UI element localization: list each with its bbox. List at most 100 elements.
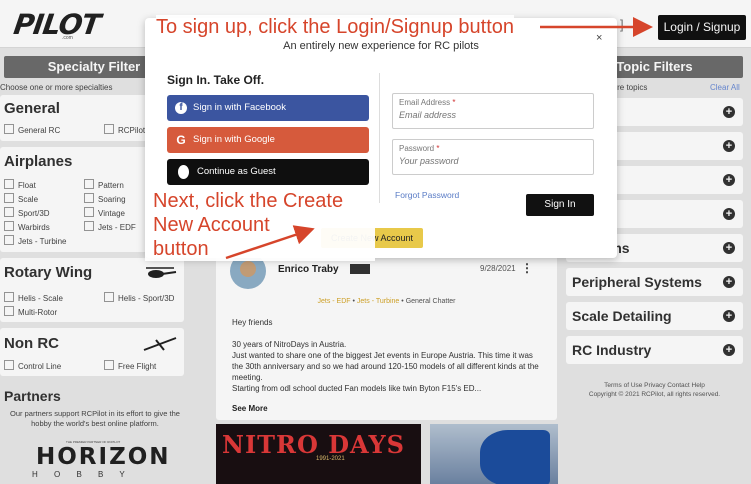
plus-icon: + <box>723 310 735 322</box>
facebook-signin-label: Sign in with Facebook <box>193 102 286 113</box>
checkbox-rcpilot[interactable]: RCPilot <box>104 124 145 136</box>
horizon-hobby-logo[interactable]: THE PREMIER PARTNER OF RCPILOT HORIZON H… <box>18 440 171 480</box>
guest-label: Continue as Guest <box>197 166 276 177</box>
annotation-signup: To sign up, click the Login/Signup butto… <box>156 15 515 39</box>
see-more-link[interactable]: See More <box>232 404 268 413</box>
logo-domain: .com <box>62 35 73 41</box>
topic-item-scale-detailing[interactable]: Scale Detailing + <box>566 302 743 330</box>
checkbox-sport3d[interactable]: Sport/3D <box>4 207 50 219</box>
post-menu-icon[interactable]: ⋮ <box>521 261 533 275</box>
post-paragraph: 30 years of NitroDays in Austria. <box>232 340 347 349</box>
password-label-text: Password <box>399 144 435 153</box>
checkbox-free-flight[interactable]: Free Flight <box>104 360 156 372</box>
plus-icon: + <box>723 106 735 118</box>
horizon-wordmark: HORIZON <box>36 444 171 470</box>
header-fragment: ] <box>620 17 624 32</box>
checkbox-vintage[interactable]: Vintage <box>84 207 125 219</box>
checkbox-helis-sport3d[interactable]: Helis - Sport/3D <box>104 292 174 304</box>
rcpilot-logo[interactable]: PILOT <box>12 8 102 41</box>
forgot-password-link[interactable]: Forgot Password <box>395 190 459 200</box>
horizon-hobby-text: H O B B Y <box>32 470 132 479</box>
post-paragraph: Just wanted to share one of the biggest … <box>232 351 539 382</box>
guest-icon <box>178 165 189 179</box>
checkbox-multi-rotor[interactable]: Multi-Rotor <box>4 306 57 318</box>
checkbox-control-line[interactable]: Control Line <box>4 360 61 372</box>
modal-heading: Sign In. Take Off. <box>167 73 265 87</box>
google-icon: G <box>176 133 186 147</box>
post-body: Hey friends 30 years of NitroDays in Aus… <box>232 317 546 394</box>
plus-icon: + <box>723 140 735 152</box>
signin-button[interactable]: Sign In <box>526 194 594 216</box>
plus-icon: + <box>723 242 735 254</box>
copyright: Copyright © 2021 RCPilot, all rights res… <box>588 391 721 398</box>
category-general-chatter[interactable]: General Chatter <box>406 298 456 305</box>
partners-text: Our partners support RCPilot in its effo… <box>10 409 180 428</box>
annotation-line: Next, click the Create <box>153 190 344 212</box>
email-label-text: Email Address <box>399 98 451 107</box>
author-badge <box>350 264 370 274</box>
password-input[interactable] <box>399 156 587 166</box>
category-separator: • <box>401 298 404 305</box>
checkbox-pattern[interactable]: Pattern <box>84 179 124 191</box>
post-paragraph: Starting from odl school ducted Fan mode… <box>232 384 482 393</box>
facebook-icon: f <box>175 102 187 114</box>
post-date: 9/28/2021 <box>480 264 516 273</box>
checkbox-jets-edf[interactable]: Jets - EDF <box>84 221 136 233</box>
footer: Terms of Use Privacy Contact Help Copyri… <box>566 381 743 399</box>
non-rc-title: Non RC <box>4 335 59 352</box>
checkbox-jets-turbine[interactable]: Jets - Turbine <box>4 235 66 247</box>
guest-button[interactable]: Continue as Guest <box>167 159 369 185</box>
plus-icon: + <box>723 344 735 356</box>
checkbox-helis-scale[interactable]: Helis - Scale <box>4 292 63 304</box>
checkbox-scale[interactable]: Scale <box>4 193 38 205</box>
jet-shape <box>480 430 550 484</box>
checkbox-float[interactable]: Float <box>4 179 36 191</box>
annotation-line: button <box>153 238 209 260</box>
required-marker: * <box>452 98 456 107</box>
topic-item-rc-industry[interactable]: RC Industry + <box>566 336 743 364</box>
post-card: Enrico Traby 9/28/2021 ⋮ Jets - EDF • Je… <box>216 245 557 420</box>
modal-divider <box>379 73 380 203</box>
category-jets-turbine[interactable]: Jets - Turbine <box>357 298 399 305</box>
footer-links[interactable]: Terms of Use Privacy Contact Help <box>566 381 743 390</box>
checkbox-warbirds[interactable]: Warbirds <box>4 221 50 233</box>
google-signin-label: Sign in with Google <box>193 134 275 145</box>
checkbox-general-rc[interactable]: General RC <box>4 124 60 136</box>
modal-subtitle: An entirely new experience for RC pilots <box>283 40 479 52</box>
login-signup-button[interactable]: Login / Signup <box>658 15 746 40</box>
helicopter-icon <box>146 267 177 278</box>
specialty-hint: Choose one or more specialties <box>0 83 113 92</box>
post-categories: Jets - EDF • Jets - Turbine • General Ch… <box>216 298 557 305</box>
email-field[interactable]: Email Address * <box>392 93 594 129</box>
rotary-wing-title: Rotary Wing <box>4 264 93 281</box>
topic-label: RC Industry <box>572 342 652 358</box>
partners-title: Partners <box>4 388 61 404</box>
post-image-nitrodays[interactable]: NITRO DAYS 1991-2021 <box>216 424 421 484</box>
nitrodays-text: NITRO DAYS <box>222 430 405 459</box>
airplanes-title: Airplanes <box>4 153 73 170</box>
plus-icon: + <box>723 276 735 288</box>
email-input[interactable] <box>399 110 587 120</box>
email-label: Email Address * <box>399 98 456 107</box>
topic-item-peripheral-systems[interactable]: Peripheral Systems + <box>566 268 743 296</box>
category-jets-edf[interactable]: Jets - EDF <box>317 298 350 305</box>
password-field[interactable]: Password * <box>392 139 594 175</box>
post-author[interactable]: Enrico Traby <box>278 264 339 275</box>
rotary-wing-card: Rotary Wing Helis - Scale Helis - Sport/… <box>0 258 184 322</box>
control-line-plane-icon <box>143 337 177 351</box>
plus-icon: + <box>723 174 735 186</box>
topic-label: Scale Detailing <box>572 308 672 324</box>
facebook-signin-button[interactable]: f Sign in with Facebook <box>167 95 369 121</box>
clear-all-link[interactable]: Clear All <box>710 83 740 92</box>
topic-label: Peripheral Systems <box>572 274 702 290</box>
non-rc-card: Non RC Control Line Free Flight <box>0 328 184 376</box>
plus-icon: + <box>723 208 735 220</box>
close-icon[interactable]: × <box>596 32 602 44</box>
category-separator: • <box>352 298 355 305</box>
google-signin-button[interactable]: G Sign in with Google <box>167 127 369 153</box>
checkbox-soaring[interactable]: Soaring <box>84 193 126 205</box>
nitrodays-years: 1991-2021 <box>316 456 345 462</box>
general-title: General <box>4 100 60 117</box>
post-paragraph: Hey friends <box>232 318 273 327</box>
post-image-jet[interactable] <box>430 424 558 484</box>
